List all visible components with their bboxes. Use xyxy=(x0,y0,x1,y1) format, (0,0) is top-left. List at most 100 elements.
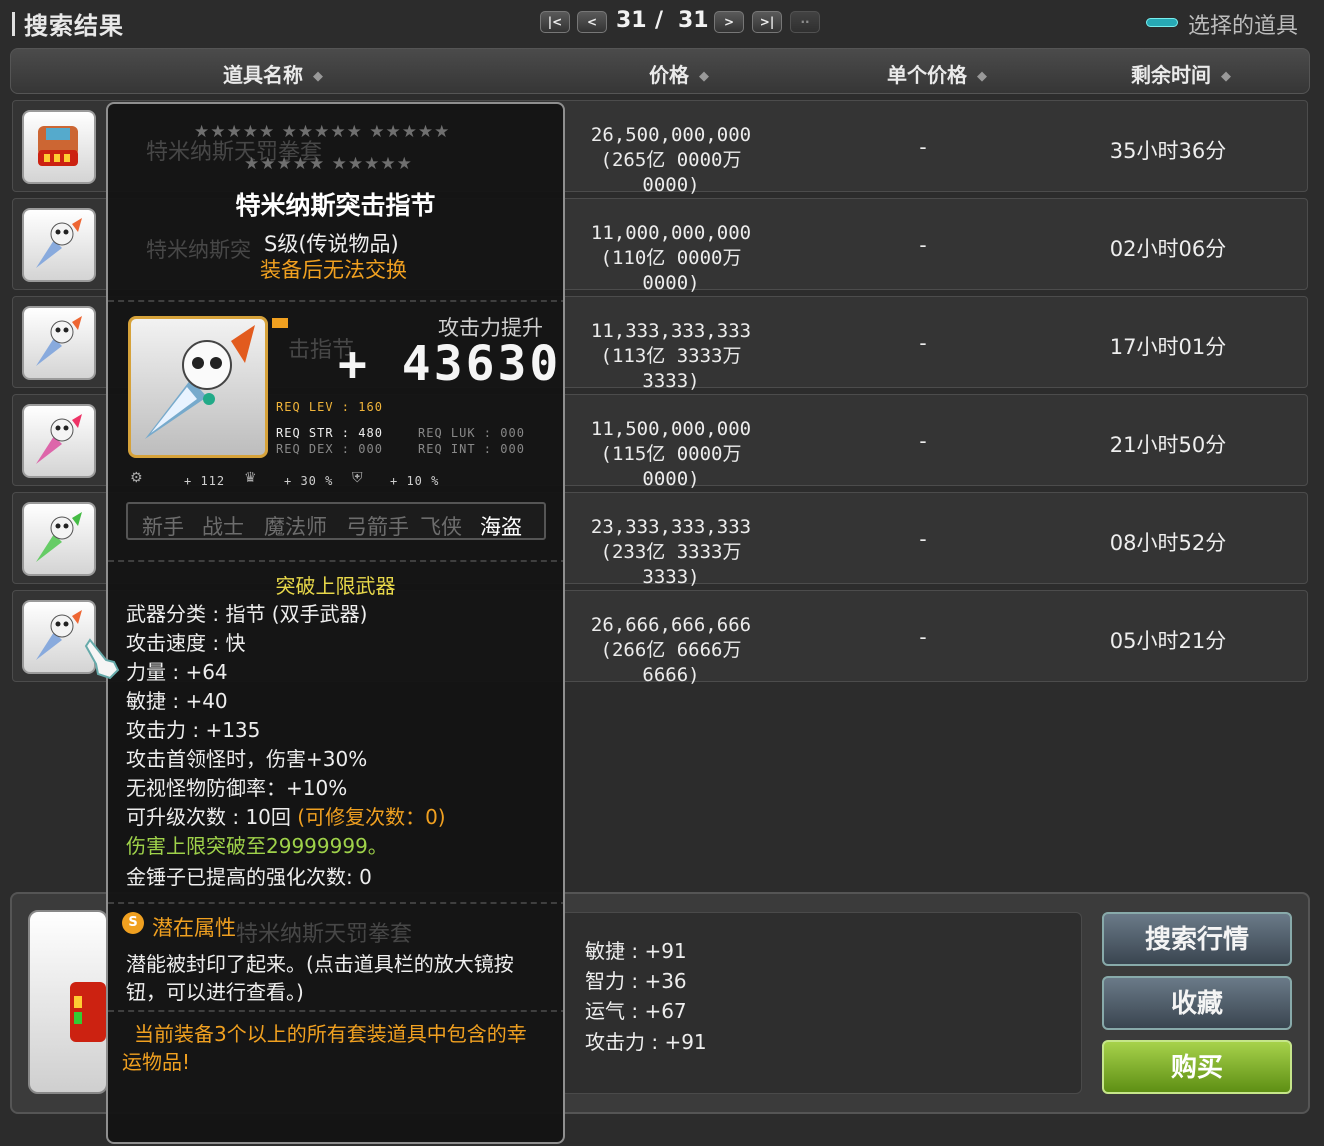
repair-count: (可修复次数：0) xyxy=(297,805,446,829)
remaining-time-cell: 17小时01分 xyxy=(1109,335,1227,359)
search-market-button[interactable]: 搜索行情 xyxy=(1102,912,1292,966)
potential-icon: S xyxy=(122,912,144,934)
stat-panel: 敏捷 : +91 智力 : +36 运气 : +67 攻击力 : +91 xyxy=(560,912,1082,1094)
last-page-button[interactable]: >| xyxy=(752,11,782,33)
stat-line: 运气 : +67 xyxy=(585,999,687,1023)
unit-price-cell: - xyxy=(919,429,927,453)
hand-cursor-icon xyxy=(84,636,124,686)
damage-cap-line: 伤害上限突破至29999999。 xyxy=(126,834,388,858)
title-accent-bar xyxy=(12,12,15,36)
price-cell: 26,666,666,666 (266亿 6666万 6666) xyxy=(590,614,752,686)
stat-line: 武器分类 : 指节 (双手武器) xyxy=(126,602,368,626)
page-jump-button[interactable]: ·· xyxy=(790,11,820,33)
job-magician: 魔法师 xyxy=(264,515,327,539)
remaining-time-cell: 08小时52分 xyxy=(1109,531,1227,555)
knuckle-item-icon[interactable] xyxy=(22,502,96,576)
col-unit-price[interactable]: 单个价格 ◆ xyxy=(887,59,987,88)
star-force-row: ★★★★★ ★★★★★ ★★★★★ xyxy=(194,122,451,142)
ghost-text: 特米纳斯突 xyxy=(146,238,251,262)
job-restriction-bar: 新手 战士 魔法师 弓箭手 飞侠 海盗 xyxy=(126,502,546,540)
glove-item-icon[interactable] xyxy=(22,110,96,184)
price-cell: 11,000,000,000 (110亿 0000万 0000) xyxy=(590,222,752,294)
favorite-button[interactable]: 收藏 xyxy=(1102,976,1292,1030)
unit-price-cell: - xyxy=(919,625,927,649)
col-remaining-time[interactable]: 剩余时间 ◆ xyxy=(1131,59,1231,88)
hammer-line: 金锤子已提高的强化次数: 0 xyxy=(126,865,372,889)
stat-line: 无视怪物防御率：+10% xyxy=(126,776,348,800)
sort-icon: ◆ xyxy=(1221,69,1231,84)
lucky-item-text: 运物品! xyxy=(122,1050,191,1074)
req-level: REQ LEV : 160 xyxy=(276,400,383,414)
remaining-time-cell: 35小时36分 xyxy=(1109,139,1227,163)
stat-line: 敏捷 : +91 xyxy=(585,939,687,963)
req-dex: REQ DEX : 000 xyxy=(276,442,383,456)
stat-line: 智力 : +36 xyxy=(585,969,687,993)
req-luk: REQ LUK : 000 xyxy=(418,426,525,440)
bonus-value: + 10 % xyxy=(390,474,440,488)
upgrade-count: 可升级次数 : 10回 (可修复次数：0) xyxy=(126,805,446,829)
column-header: 道具名称 ◆ 价格 ◆ 单个价格 ◆ 剩余时间 ◆ xyxy=(10,48,1310,94)
selected-items-label[interactable]: 选择的道具 xyxy=(1188,8,1298,40)
unit-price-cell: - xyxy=(919,233,927,257)
unit-price-cell: - xyxy=(919,331,927,355)
page-separator: / xyxy=(655,8,664,33)
price-cell: 11,333,333,333 (113亿 3333万 3333) xyxy=(590,320,752,392)
remaining-time-cell: 02小时06分 xyxy=(1109,237,1227,261)
job-warrior: 战士 xyxy=(202,515,244,539)
job-beginner: 新手 xyxy=(142,515,184,539)
upgrade-icon: ⚙ xyxy=(130,470,143,486)
stat-line: 敏捷 : +40 xyxy=(126,689,228,713)
potential-title: 潜在属性 xyxy=(152,916,236,940)
unit-price-cell: - xyxy=(919,135,927,159)
stat-line: 力量 : +64 xyxy=(126,660,228,684)
knuckle-item-icon[interactable] xyxy=(22,306,96,380)
limit-break-label: 突破上限武器 xyxy=(275,574,396,598)
knuckle-item-icon[interactable] xyxy=(22,208,96,282)
first-page-button[interactable]: |< xyxy=(540,11,570,33)
shield-icon: ⛨ xyxy=(352,470,363,486)
knuckle-item-icon xyxy=(128,316,268,458)
job-thief: 飞侠 xyxy=(420,515,462,539)
job-archer: 弓箭手 xyxy=(346,515,409,539)
sort-icon: ◆ xyxy=(699,69,709,84)
boss-icon: ♛ xyxy=(244,470,257,486)
page-current: 31 xyxy=(616,8,647,33)
flag-icon xyxy=(272,318,288,328)
price-cell: 26,500,000,000 (265亿 0000万 0000) xyxy=(590,124,752,196)
req-str: REQ STR : 480 xyxy=(276,426,383,440)
bonus-value: + 112 xyxy=(184,474,226,488)
req-int: REQ INT : 000 xyxy=(418,442,525,456)
stat-line: 攻击速度 : 快 xyxy=(126,631,246,655)
stat-line: 攻击首领怪时，伤害+30% xyxy=(126,747,368,771)
potential-text: 潜能被封印了起来。(点击道具栏的放大镜按 xyxy=(126,952,514,976)
col-price[interactable]: 价格 ◆ xyxy=(649,59,709,88)
buy-button[interactable]: 购买 xyxy=(1102,1040,1292,1094)
price-cell: 23,333,333,333 (233亿 3333万 3333) xyxy=(590,516,752,588)
col-item-name[interactable]: 道具名称 ◆ xyxy=(223,59,323,88)
stat-line: 攻击力 : +91 xyxy=(585,1030,707,1054)
divider xyxy=(108,300,563,302)
knuckle-item-icon[interactable] xyxy=(22,404,96,478)
selected-item-indicator xyxy=(1146,18,1178,27)
remaining-time-cell: 21小时50分 xyxy=(1109,433,1227,457)
trade-restriction: 装备后无法交换 xyxy=(260,258,407,282)
attack-boost-value: + 43630 xyxy=(338,336,562,392)
potential-text: 钮，可以进行查看。) xyxy=(126,980,304,1004)
sort-icon: ◆ xyxy=(313,69,323,84)
divider xyxy=(108,1010,563,1012)
prev-page-button[interactable]: < xyxy=(577,11,607,33)
unit-price-cell: - xyxy=(919,527,927,551)
remaining-time-cell: 05小时21分 xyxy=(1109,629,1227,653)
bonus-value: + 30 % xyxy=(284,474,334,488)
next-page-button[interactable]: > xyxy=(714,11,744,33)
sort-icon: ◆ xyxy=(977,69,987,84)
price-cell: 11,500,000,000 (115亿 0000万 0000) xyxy=(590,418,752,490)
star-force-row: ★★★★★ ★★★★★ xyxy=(244,154,413,174)
item-tooltip: 特米纳斯天罚拳套 ★★★★★ ★★★★★ ★★★★★ ★★★★★ ★★★★★ 特… xyxy=(106,102,565,1144)
job-pirate: 海盗 xyxy=(480,515,522,539)
lucky-item-text: 当前装备3个以上的所有套装道具中包含的幸 xyxy=(134,1022,527,1046)
ghost-text: 特米纳斯天罚拳套 xyxy=(236,922,413,947)
page-total: 31 xyxy=(678,8,709,33)
divider xyxy=(108,902,563,904)
stat-line: 攻击力 : +135 xyxy=(126,718,261,742)
